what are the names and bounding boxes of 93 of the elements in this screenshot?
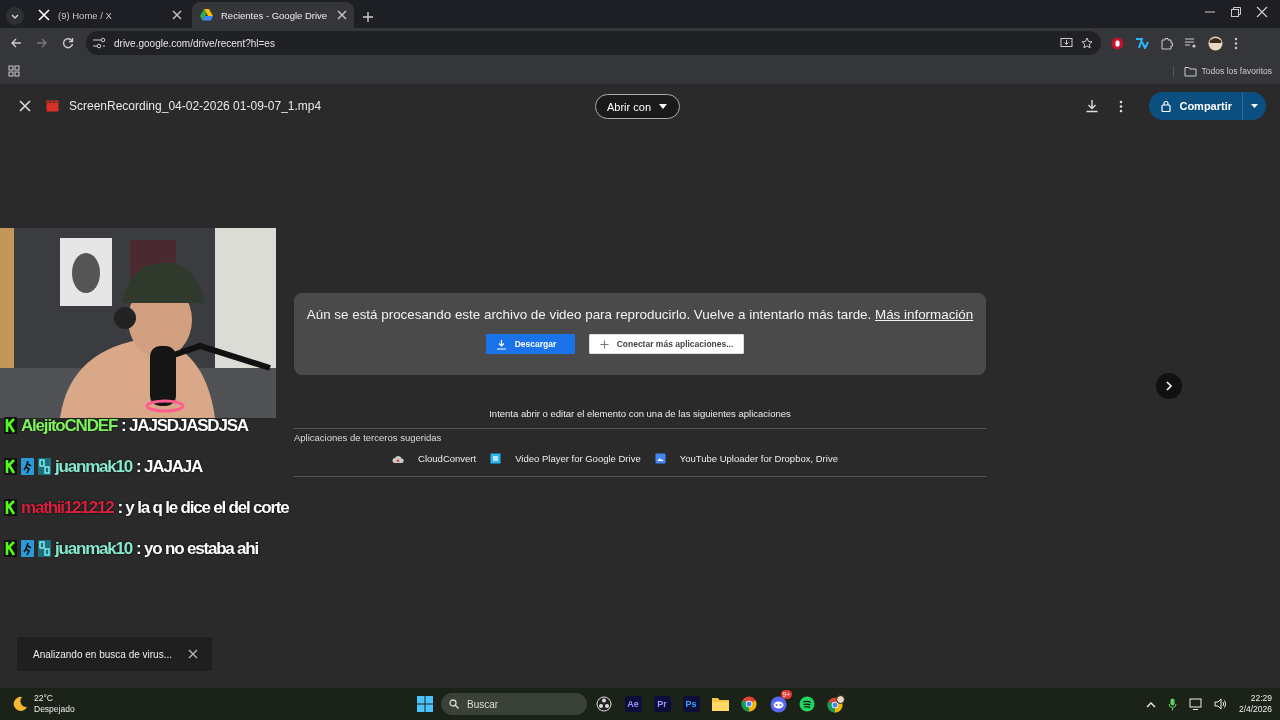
- restore-icon[interactable]: [1230, 6, 1242, 18]
- download-icon[interactable]: [1085, 99, 1100, 113]
- file-name: ScreenRecording_04-02-2026 01-09-07_1.mp4: [69, 99, 322, 113]
- chat-username: juanmak10: [55, 456, 133, 477]
- back-icon[interactable]: [10, 37, 22, 49]
- install-app-icon[interactable]: [1060, 37, 1073, 49]
- chrome-icon[interactable]: [827, 695, 845, 713]
- reload-icon[interactable]: [62, 37, 74, 49]
- hand-extension-icon[interactable]: [1111, 36, 1124, 50]
- tab-title: Recientes - Google Drive: [221, 9, 328, 21]
- tab-title: (9) Home / X: [58, 9, 113, 21]
- chat-message: : JAJAJA: [136, 456, 203, 477]
- weather-temperature: 22°C: [34, 693, 54, 704]
- microphone-icon[interactable]: [1167, 697, 1177, 711]
- cloud-icon: [392, 453, 405, 464]
- chevron-up-icon[interactable]: [1145, 700, 1156, 708]
- close-icon[interactable]: [18, 99, 32, 113]
- next-button[interactable]: [1156, 373, 1182, 399]
- chat-message: : y la q le dice el del corte: [117, 497, 289, 518]
- chrome-icon[interactable]: [741, 696, 757, 712]
- close-icon[interactable]: [170, 8, 184, 22]
- chat-username: mathii121212: [21, 497, 114, 518]
- kick-badge-icon: [4, 458, 17, 475]
- share-button[interactable]: Compartir: [1149, 92, 1242, 120]
- plus-icon: [599, 339, 609, 349]
- section-heading: Aplicaciones de terceros sugeridas: [294, 431, 443, 445]
- apps-hint: Intenta abrir o editar el elemento con una de las siguientes aplicaciones: [489, 407, 791, 421]
- chevron-down-icon: [10, 11, 20, 21]
- app-icon[interactable]: Pr: [653, 696, 671, 712]
- spotify-icon[interactable]: [799, 696, 815, 712]
- video-file-icon: [46, 100, 59, 112]
- download-button[interactable]: Descargar: [485, 334, 575, 354]
- more-info-link[interactable]: Más información: [875, 307, 974, 322]
- share-options-button[interactable]: [1242, 92, 1266, 120]
- processing-message: Aún se está procesando este archivo de video para reproducirlo. Vuelve a intentarlo más tarde. Más información: [306, 307, 974, 322]
- chat-message: : JAJSDJASDJSA: [121, 415, 248, 436]
- folder-icon: [1183, 65, 1197, 77]
- volume-icon[interactable]: [1213, 698, 1227, 710]
- media-controls-icon[interactable]: [1184, 37, 1197, 49]
- network-icon[interactable]: [1188, 698, 1202, 710]
- seven-extension-icon[interactable]: [1135, 37, 1149, 49]
- address-bar[interactable]: drive.google.com/drive/recent?hl=es: [86, 31, 1101, 55]
- kick-badge-icon: [4, 417, 17, 434]
- caret-icon: [1251, 104, 1258, 108]
- search-icon: [449, 699, 459, 709]
- tab-list-button[interactable]: [6, 7, 24, 25]
- bookmark-folder[interactable]: Todos los favoritos: [1172, 65, 1272, 77]
- app-icon[interactable]: Ae: [624, 696, 642, 712]
- new-tab-icon[interactable]: [362, 11, 374, 23]
- forward-icon[interactable]: [36, 37, 48, 49]
- chat-message: : yo no estaba ahi: [136, 538, 259, 559]
- chevron-right-icon: [1165, 381, 1173, 391]
- connect-apps-button[interactable]: Conectar más aplicaciones...: [588, 334, 745, 354]
- obs-icon[interactable]: [596, 696, 612, 712]
- chat-username: juanmak10: [55, 538, 133, 559]
- app-icon[interactable]: Ps: [682, 696, 700, 712]
- og-badge-icon: [38, 540, 51, 557]
- app-suggestion[interactable]: CloudConvert: [392, 453, 477, 464]
- browser-tab[interactable]: (9) Home / X: [30, 2, 192, 28]
- profile-avatar-icon[interactable]: [1208, 35, 1223, 51]
- more-icon[interactable]: [1234, 36, 1238, 50]
- runner-badge-icon: [21, 458, 34, 475]
- clock[interactable]: 22:29 2/4/2026: [1238, 693, 1272, 715]
- discord-icon[interactable]: [769, 695, 787, 713]
- kick-badge-icon: [4, 540, 17, 557]
- video-player-icon: [490, 453, 502, 464]
- og-badge-icon: [38, 458, 51, 475]
- site-settings-icon[interactable]: [92, 37, 106, 49]
- puzzle-icon[interactable]: [1160, 36, 1173, 50]
- close-icon[interactable]: [1256, 6, 1268, 18]
- kick-badge-icon: [4, 499, 17, 516]
- runner-badge-icon: [21, 540, 34, 557]
- browser-tab[interactable]: Recientes - Google Drive: [192, 2, 354, 28]
- more-icon[interactable]: [1119, 99, 1124, 113]
- x-logo-icon: [38, 9, 50, 21]
- lock-icon: [1161, 100, 1172, 112]
- chat-username: AlejitoCNDEF: [21, 415, 118, 436]
- app-suggestion[interactable]: Video Player for Google Drive: [490, 453, 641, 464]
- star-icon[interactable]: [1081, 37, 1093, 49]
- apps-grid-icon[interactable]: [8, 65, 20, 77]
- caret-icon: [659, 104, 668, 109]
- windows-start-icon[interactable]: [417, 696, 433, 712]
- app-suggestion[interactable]: YouTube Uploader for Dropbox, Drive: [654, 453, 838, 464]
- close-icon[interactable]: [188, 649, 198, 659]
- open-with-button[interactable]: Abrir con: [595, 94, 681, 119]
- weather-condition: Despejado: [34, 704, 75, 715]
- drive-logo-icon: [200, 9, 213, 21]
- toast-message: Analizando en busca de virus...: [33, 648, 173, 660]
- uploader-icon: [654, 453, 666, 464]
- search-field[interactable]: Buscar: [441, 693, 587, 715]
- moon-icon: [12, 696, 28, 712]
- folder-icon[interactable]: [711, 697, 729, 711]
- download-icon: [495, 338, 507, 350]
